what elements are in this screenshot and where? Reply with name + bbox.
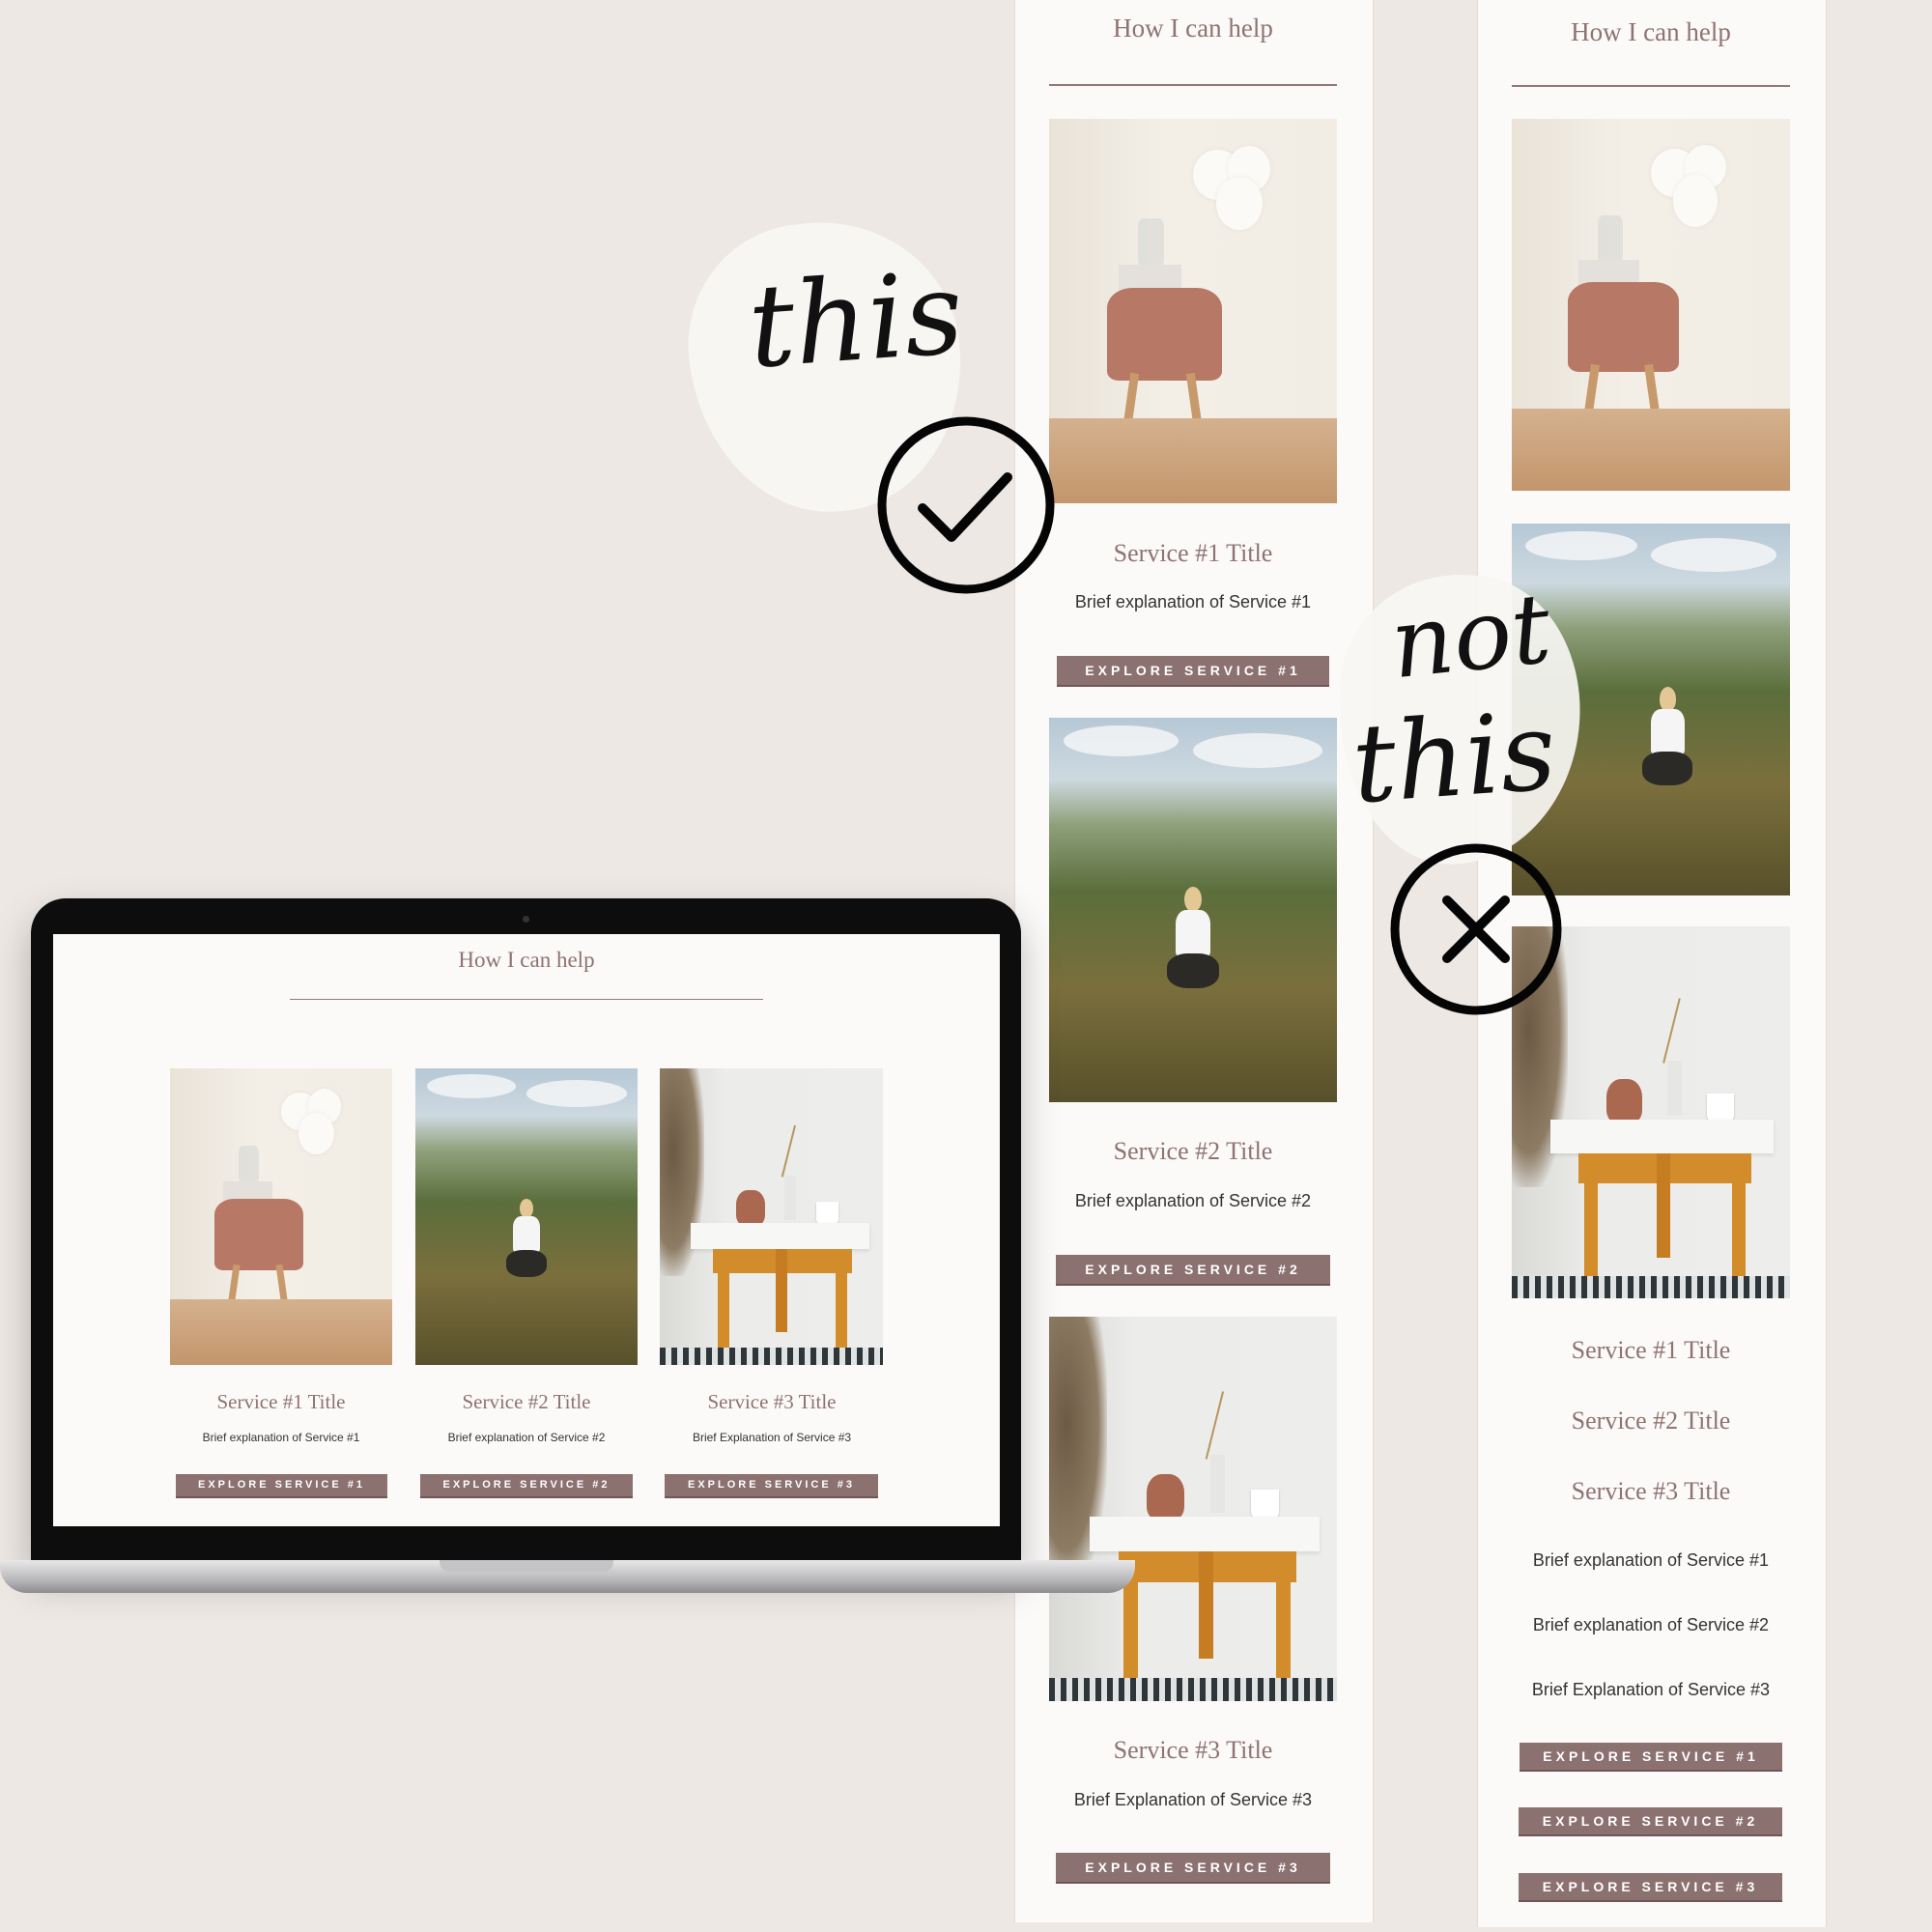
service-3-title: Service #3 Title: [1113, 1736, 1273, 1764]
service-3-description: Brief Explanation of Service #3: [692, 1431, 852, 1444]
service-3-description: Brief Explanation of Service #3: [1073, 1790, 1313, 1809]
service-3-description: Brief Explanation of Service #3: [1531, 1680, 1771, 1699]
explore-service-2-button[interactable]: EXPLORE SERVICE #2: [1056, 1255, 1330, 1284]
service-1-description: Brief explanation of Service #1: [202, 1431, 360, 1444]
service-1-title: Service #1 Title: [1571, 1336, 1731, 1364]
explore-service-2-button[interactable]: EXPLORE SERVICE #2: [1519, 1807, 1782, 1834]
service-2-photo: [1049, 718, 1337, 1102]
service-3-title: Service #3 Title: [1571, 1477, 1731, 1505]
camera-dot: [523, 916, 529, 923]
x-circle-icon: [1387, 840, 1565, 1018]
laptop-notch: [440, 1560, 613, 1572]
explore-service-1-button[interactable]: EXPLORE SERVICE #1: [176, 1474, 387, 1496]
heading-divider: [1512, 85, 1790, 87]
explore-service-2-button[interactable]: EXPLORE SERVICE #2: [420, 1474, 633, 1496]
service-2-description: Brief explanation of Service #2: [447, 1431, 606, 1444]
explore-service-1-button[interactable]: EXPLORE SERVICE #1: [1520, 1743, 1782, 1770]
service-1-description: Brief explanation of Service #1: [1074, 592, 1312, 611]
mobile-correct-heading: How I can help: [1113, 14, 1273, 43]
mobile-incorrect-heading: How I can help: [1571, 17, 1731, 46]
explore-service-3-button[interactable]: EXPLORE SERVICE #3: [665, 1474, 878, 1496]
service-1-title: Service #1 Title: [216, 1390, 346, 1413]
checkmark-circle-icon: [874, 413, 1058, 597]
service-2-title: Service #2 Title: [462, 1390, 591, 1413]
service-2-title: Service #2 Title: [1113, 1137, 1273, 1165]
service-2-photo: [415, 1068, 638, 1365]
heading-divider: [290, 999, 763, 1000]
service-3-photo: [1049, 1317, 1337, 1701]
explore-service-3-button[interactable]: EXPLORE SERVICE #3: [1056, 1853, 1330, 1882]
service-2-description: Brief explanation of Service #2: [1074, 1191, 1312, 1210]
service-3-photo: [660, 1068, 883, 1365]
service-1-description: Brief explanation of Service #1: [1532, 1550, 1770, 1570]
heading-divider: [1049, 84, 1337, 86]
service-2-title: Service #2 Title: [1571, 1406, 1731, 1435]
service-3-title: Service #3 Title: [707, 1390, 837, 1413]
service-1-photo: [170, 1068, 392, 1365]
this-annotation-label: this: [744, 245, 968, 394]
service-1-photo: [1049, 119, 1337, 503]
laptop-screen: How I can help Service #1 Title Service …: [53, 934, 1000, 1526]
this-annotation-label: this: [1348, 688, 1560, 829]
service-1-photo: [1512, 119, 1790, 491]
service-2-description: Brief explanation of Service #2: [1532, 1615, 1770, 1634]
explore-service-3-button[interactable]: EXPLORE SERVICE #3: [1519, 1873, 1782, 1900]
service-1-title: Service #1 Title: [1113, 539, 1273, 567]
explore-service-1-button[interactable]: EXPLORE SERVICE #1: [1057, 656, 1329, 685]
desktop-heading: How I can help: [458, 948, 595, 972]
not-annotation-label: not: [1385, 571, 1556, 701]
